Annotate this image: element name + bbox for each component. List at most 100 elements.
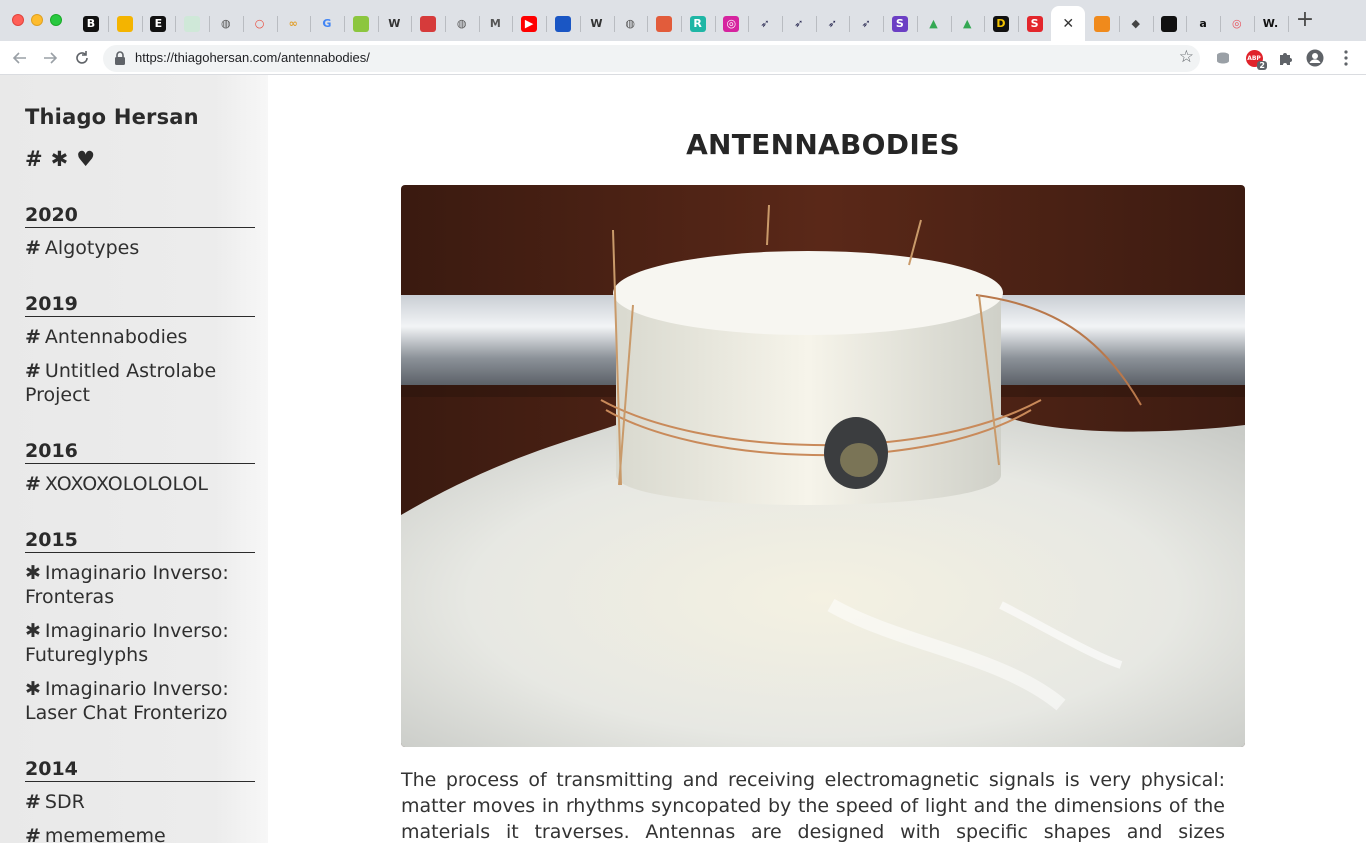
- tab[interactable]: W.: [1254, 6, 1289, 41]
- tab[interactable]: [108, 6, 143, 41]
- tab[interactable]: [1152, 6, 1188, 41]
- hash-icon: #: [25, 360, 41, 382]
- bookmark-star-icon[interactable]: ☆: [1179, 47, 1194, 67]
- black-circle-icon: [1161, 15, 1178, 32]
- tab[interactable]: W: [377, 6, 413, 41]
- tab[interactable]: [1085, 6, 1120, 41]
- project-title: memememe: [44, 825, 166, 843]
- project-link-fronteras[interactable]: ✱ Imaginario Inverso: Fronteras: [25, 561, 255, 609]
- tab[interactable]: S: [883, 6, 918, 41]
- heart-icon[interactable]: ♥: [76, 147, 95, 171]
- project-title: Imaginario Inverso: Laser Chat Fronteriz…: [25, 678, 229, 724]
- tab[interactable]: [647, 6, 682, 41]
- s-icon: S: [1026, 15, 1043, 32]
- window-maximize-button[interactable]: [50, 14, 62, 26]
- forward-arrow-icon: [44, 52, 58, 64]
- tab[interactable]: [344, 6, 379, 41]
- tab[interactable]: ◎: [1220, 6, 1255, 41]
- tab[interactable]: a: [1186, 6, 1222, 41]
- adblock-extension-icon[interactable]: ABP 2: [1244, 48, 1267, 70]
- tab[interactable]: E: [141, 6, 177, 41]
- close-icon[interactable]: ✕: [1062, 17, 1074, 31]
- tab[interactable]: S: [1018, 6, 1053, 41]
- tab[interactable]: ▲: [917, 6, 952, 41]
- project-photo: [401, 185, 1245, 747]
- s-icon: S: [891, 15, 908, 32]
- w-icon: W.: [1262, 17, 1279, 30]
- hash-icon: #: [25, 473, 41, 495]
- new-tab-button[interactable]: +: [1294, 9, 1316, 32]
- d-icon: D: [992, 15, 1009, 32]
- project-title: Antennabodies: [44, 326, 188, 348]
- browser-toolbar: https://thiagohersan.com/antennabodies/ …: [0, 41, 1366, 75]
- tab[interactable]: M: [478, 6, 514, 41]
- back-button[interactable]: [8, 46, 32, 70]
- tab[interactable]: ○: [243, 6, 278, 41]
- drive-icon: ▲: [929, 17, 938, 30]
- asterisk-icon[interactable]: ✱: [51, 147, 69, 171]
- infinity-icon: ∞: [288, 17, 298, 30]
- tab[interactable]: ∞: [276, 6, 312, 41]
- google-icon: G: [322, 17, 332, 30]
- hash-icon: #: [25, 791, 41, 813]
- tab[interactable]: [175, 6, 211, 41]
- tab-active[interactable]: ✕: [1051, 6, 1086, 41]
- extensions-puzzle-icon[interactable]: [1275, 48, 1295, 68]
- globe-icon: ◍: [456, 17, 467, 30]
- tab[interactable]: R: [681, 6, 716, 41]
- year-heading-2015: 2015: [25, 529, 255, 553]
- tab[interactable]: ◍: [209, 6, 244, 41]
- globe-icon: ◍: [220, 17, 231, 30]
- reload-button[interactable]: [70, 46, 94, 70]
- hash-icon: #: [25, 237, 41, 259]
- project-link-xoxoxo[interactable]: # XOXOXOLOLOLOL: [25, 472, 255, 496]
- tab[interactable]: [546, 6, 581, 41]
- project-link-antennabodies[interactable]: # Antennabodies: [25, 325, 255, 349]
- leaf-icon: [352, 15, 369, 32]
- tab[interactable]: ➶: [748, 6, 783, 41]
- forward-button[interactable]: [38, 46, 62, 70]
- project-link-memememe[interactable]: # memememe: [25, 824, 255, 843]
- tab[interactable]: D: [984, 6, 1019, 41]
- lock-icon: [115, 51, 125, 65]
- project-title: Algotypes: [44, 237, 140, 259]
- drive-icon: ▲: [962, 17, 972, 30]
- project-link-untitled-astrolabe[interactable]: # Untitled Astrolabe Project: [25, 359, 255, 407]
- extension-badge: 2: [1257, 61, 1267, 70]
- hash-icon[interactable]: #: [25, 147, 43, 171]
- medium-icon: M: [489, 17, 501, 30]
- arrow-icon: ➶: [794, 17, 804, 30]
- tab[interactable]: ➶: [815, 6, 851, 41]
- tabs: B E ◍ ○ ∞ G W ◍ M ▶ W ◍ R ◎ ➶ ➶ ➶ ➶ S ▲ ▲ D S ✕ ◆ a ◎ W.: [74, 6, 1334, 41]
- tab[interactable]: B: [74, 6, 109, 41]
- project-link-laser-chat[interactable]: ✱ Imaginario Inverso: Laser Chat Fronteri…: [25, 677, 255, 725]
- address-bar[interactable]: https://thiagohersan.com/antennabodies/ …: [103, 45, 1200, 72]
- tab[interactable]: W: [580, 6, 615, 41]
- tab[interactable]: ◍: [445, 6, 480, 41]
- db-extension-icon[interactable]: [1213, 48, 1233, 68]
- site-title[interactable]: Thiago Hersan: [25, 105, 199, 129]
- tab[interactable]: [411, 6, 446, 41]
- tab[interactable]: ▶: [512, 6, 548, 41]
- window-close-button[interactable]: [12, 14, 24, 26]
- project-title: Imaginario Inverso: Futureglyphs: [25, 620, 229, 666]
- year-heading-2016: 2016: [25, 440, 255, 464]
- project-link-algotypes[interactable]: # Algotypes: [25, 236, 255, 260]
- project-title: Untitled Astrolabe Project: [25, 360, 217, 406]
- tab[interactable]: ◍: [613, 6, 649, 41]
- window-minimize-button[interactable]: [31, 14, 43, 26]
- tab-strip: B E ◍ ○ ∞ G W ◍ M ▶ W ◍ R ◎ ➶ ➶ ➶ ➶ S ▲ ▲ D S ✕ ◆ a ◎ W. +: [0, 0, 1366, 41]
- sheet-icon: [184, 15, 201, 32]
- tab[interactable]: ◎: [714, 6, 750, 41]
- tab[interactable]: ▲: [950, 6, 986, 41]
- profile-avatar-icon[interactable]: [1305, 48, 1325, 68]
- menu-kebab-icon[interactable]: [1336, 48, 1356, 68]
- project-link-futureglyphs[interactable]: ✱ Imaginario Inverso: Futureglyphs: [25, 619, 255, 667]
- tab[interactable]: G: [310, 6, 345, 41]
- tab[interactable]: ➶: [849, 6, 885, 41]
- asterisk-icon: ✱: [25, 678, 41, 700]
- arrow-icon: ➶: [760, 17, 770, 30]
- project-link-sdr[interactable]: # SDR: [25, 790, 255, 814]
- tab[interactable]: ◆: [1119, 6, 1154, 41]
- tab[interactable]: ➶: [782, 6, 817, 41]
